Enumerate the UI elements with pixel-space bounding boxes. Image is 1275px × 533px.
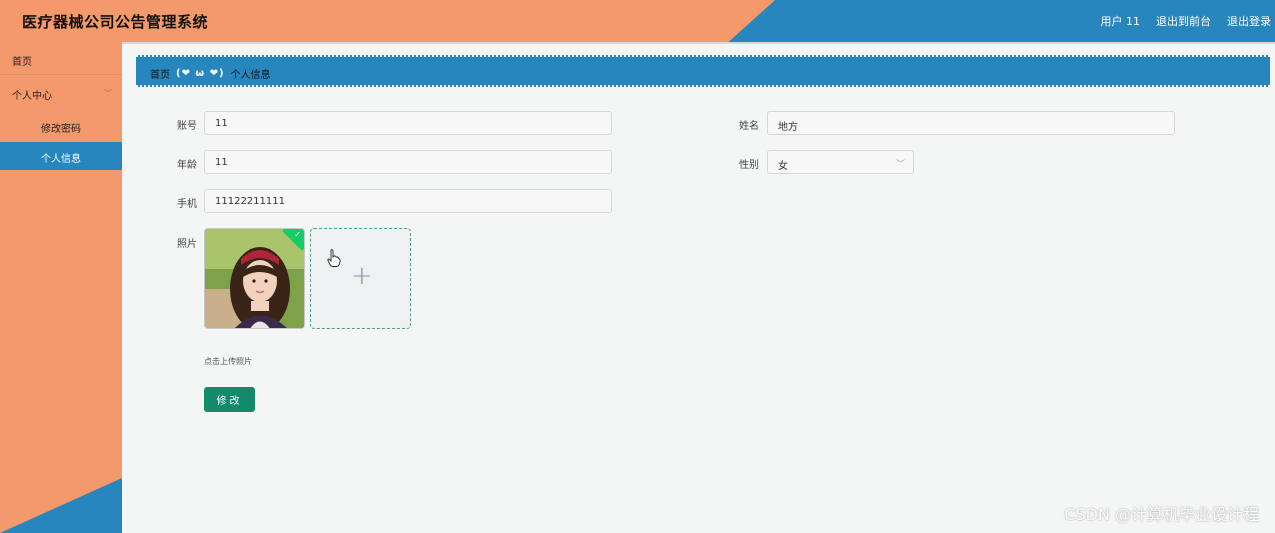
breadcrumb: 首页 (❤ ω ❤) 个人信息 xyxy=(150,66,271,81)
portrait-photo xyxy=(205,229,304,328)
logout-link[interactable]: 退出登录 xyxy=(1227,13,1271,29)
photo-upload-button[interactable]: + xyxy=(310,228,411,329)
sidebar: 首页 个人中心 ﹀ 修改密码 个人信息 xyxy=(0,42,122,533)
chevron-down-icon: ﹀ xyxy=(895,160,905,170)
app-title: 医疗器械公司公告管理系统 xyxy=(22,13,209,31)
breadcrumb-bar: 首页 (❤ ω ❤) 个人信息 xyxy=(136,55,1270,87)
chevron-down-icon: ﹀ xyxy=(104,89,112,98)
phone-input[interactable]: 11122211111 xyxy=(204,189,612,213)
check-icon: ✓ xyxy=(294,230,301,239)
name-input[interactable]: 地方 xyxy=(767,111,1175,135)
breadcrumb-current: 个人信息 xyxy=(230,70,271,81)
watermark: CSDN @计算机毕业设计程 xyxy=(1064,505,1259,524)
age-label: 年龄 xyxy=(177,160,197,171)
account-label: 账号 xyxy=(177,121,197,132)
breadcrumb-home[interactable]: 首页 xyxy=(150,66,170,81)
plus-icon: + xyxy=(351,261,373,291)
upload-hint: 点击上传照片 xyxy=(204,357,252,366)
user-label: 用户 11 xyxy=(1100,15,1141,28)
name-label: 姓名 xyxy=(739,121,759,132)
sidebar-item-personal-info[interactable]: 个人信息 xyxy=(0,142,122,170)
sidebar-item-change-password[interactable]: 修改密码 xyxy=(0,114,122,138)
gender-select[interactable]: 女 ﹀ xyxy=(767,150,914,174)
pointer-hand-icon xyxy=(327,249,341,267)
back-to-front-link[interactable]: 退出到前台 xyxy=(1156,13,1211,29)
sidebar-group-personal-center[interactable]: 个人中心 ﹀ xyxy=(0,78,122,106)
account-input[interactable]: 11 xyxy=(204,111,612,135)
sidebar-group-label: 个人中心 xyxy=(12,91,52,102)
gender-select-value: 女 xyxy=(778,161,788,172)
gender-label: 性别 xyxy=(739,160,759,171)
header-divider xyxy=(0,42,1275,44)
phone-label: 手机 xyxy=(177,199,197,210)
breadcrumb-separator: (❤ ω ❤) xyxy=(176,68,225,79)
sidebar-corner-decoration xyxy=(0,478,122,533)
top-header: 医疗器械公司公告管理系统 用户 11 退出到前台 退出登录 xyxy=(0,0,1275,42)
age-input[interactable]: 11 xyxy=(204,150,612,174)
header-actions: 用户 11 退出到前台 退出登录 xyxy=(1101,13,1272,29)
photo-label: 照片 xyxy=(177,239,197,250)
photo-thumbnail[interactable]: ✓ xyxy=(204,228,305,329)
sidebar-item-home[interactable]: 首页 xyxy=(0,42,122,75)
submit-button[interactable]: 修改 xyxy=(204,387,255,412)
